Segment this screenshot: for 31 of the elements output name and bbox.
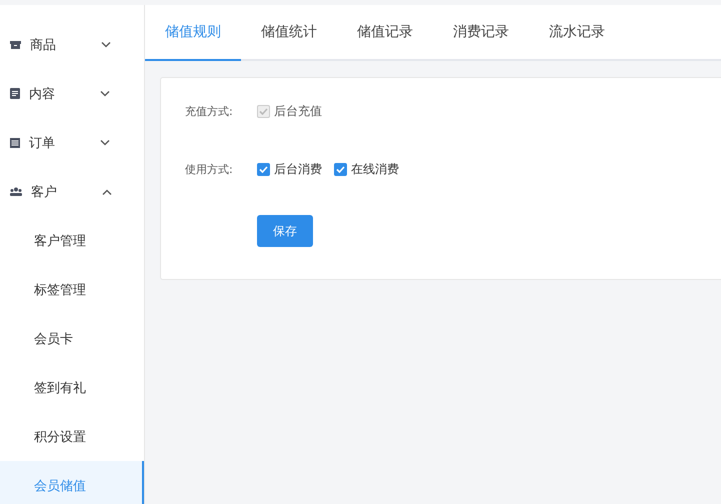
list-icon (10, 138, 20, 148)
caret-down-icon (101, 42, 111, 48)
checkbox-label: 在线消费 (351, 160, 399, 178)
menu-group[interactable]: 商品 (0, 20, 144, 69)
check-icon (259, 166, 268, 172)
checkbox[interactable] (334, 162, 347, 176)
checkbox-label: 后台消费 (274, 160, 322, 178)
tab[interactable]: 储值记录 (337, 5, 433, 61)
checkbox-label: 后台充值 (274, 102, 322, 120)
check-icon (259, 108, 268, 114)
check-icon (336, 166, 345, 172)
tab[interactable]: 储值统计 (241, 5, 337, 61)
menu-item[interactable]: 积分设置 (0, 412, 144, 461)
menu-item[interactable]: 签到有礼 (0, 363, 144, 412)
field-label: 使用方式: (185, 162, 234, 176)
people-icon (10, 187, 22, 196)
menu-group[interactable]: 订单 (0, 118, 144, 167)
menu-group[interactable]: 客户 (0, 167, 144, 216)
menu-item[interactable]: 会员卡 (0, 314, 144, 363)
caret-up-icon (102, 188, 112, 194)
menu-group[interactable]: 内容 (0, 69, 144, 118)
field-label: 充值方式: (185, 104, 234, 118)
tab[interactable]: 流水记录 (529, 5, 625, 61)
caret-down-icon (100, 140, 110, 146)
tab[interactable]: 消费记录 (433, 5, 529, 61)
document-icon (10, 88, 20, 99)
checkbox[interactable] (257, 162, 270, 176)
box-icon (10, 40, 21, 50)
caret-down-icon (100, 90, 110, 96)
menu-item[interactable]: 标签管理 (0, 265, 144, 314)
menu-item[interactable]: 客户管理 (0, 216, 144, 265)
